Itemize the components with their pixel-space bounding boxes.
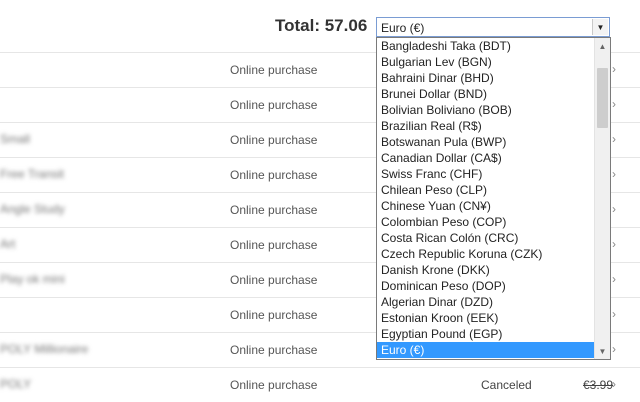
item-price: €3.99 bbox=[583, 378, 614, 392]
currency-select-value: Euro (€) bbox=[381, 21, 425, 35]
purchase-type: Online purchase bbox=[230, 343, 318, 357]
item-name: Angle Study bbox=[0, 202, 65, 216]
chevron-down-icon[interactable]: ▼ bbox=[592, 19, 608, 35]
chevron-right-icon[interactable]: › bbox=[612, 307, 616, 321]
purchase-type: Online purchase bbox=[230, 63, 318, 77]
purchase-type: Online purchase bbox=[230, 378, 318, 392]
order-total: Total: 57.06 bbox=[275, 16, 368, 35]
scroll-down-icon[interactable]: ▼ bbox=[595, 343, 610, 359]
chevron-right-icon[interactable]: › bbox=[612, 272, 616, 286]
order-status: Canceled bbox=[481, 378, 532, 392]
item-name: Art bbox=[0, 237, 16, 251]
item-name: Free Transit bbox=[0, 167, 65, 181]
chevron-right-icon[interactable]: › bbox=[612, 167, 616, 181]
currency-options: Bangladeshi Taka (BDT) Bulgarian Lev (BGN… bbox=[377, 38, 596, 358]
scroll-up-icon[interactable]: ▲ bbox=[595, 38, 610, 54]
chevron-right-icon[interactable]: › bbox=[612, 202, 616, 216]
currency-option[interactable]: Egyptian Pound (EGP) bbox=[377, 326, 596, 342]
purchase-type: Online purchase bbox=[230, 273, 318, 287]
item-name: POLY bbox=[0, 377, 32, 391]
chevron-right-icon[interactable]: › bbox=[612, 132, 616, 146]
chevron-right-icon[interactable]: › bbox=[612, 97, 616, 111]
currency-option[interactable]: Chinese Yuan (CN¥) bbox=[377, 198, 596, 214]
currency-option[interactable]: Bahraini Dinar (BHD) bbox=[377, 70, 596, 86]
purchase-type: Online purchase bbox=[230, 308, 318, 322]
item-name: Play ok mini bbox=[0, 272, 65, 286]
currency-option[interactable]: Bangladeshi Taka (BDT) bbox=[377, 38, 596, 54]
currency-option[interactable]: Costa Rican Colón (CRC) bbox=[377, 230, 596, 246]
purchase-type: Online purchase bbox=[230, 168, 318, 182]
purchase-type: Online purchase bbox=[230, 203, 318, 217]
currency-option[interactable]: Canadian Dollar (CA$) bbox=[377, 150, 596, 166]
currency-option[interactable]: Brunei Dollar (BND) bbox=[377, 86, 596, 102]
chevron-right-icon[interactable]: › bbox=[612, 237, 616, 251]
currency-select[interactable]: Euro (€) ▼ bbox=[376, 17, 610, 37]
currency-option[interactable]: Dominican Peso (DOP) bbox=[377, 278, 596, 294]
currency-option[interactable]: Brazilian Real (R$) bbox=[377, 118, 596, 134]
item-name: POLY Millionaire bbox=[0, 342, 89, 356]
chevron-right-icon[interactable]: › bbox=[612, 342, 616, 356]
chevron-right-icon[interactable]: › bbox=[612, 377, 616, 391]
dropdown-scrollbar[interactable]: ▲ ▼ bbox=[594, 38, 610, 359]
currency-option[interactable]: Bolivian Boliviano (BOB) bbox=[377, 102, 596, 118]
chevron-right-icon[interactable]: › bbox=[612, 62, 616, 76]
currency-option[interactable]: Botswanan Pula (BWP) bbox=[377, 134, 596, 150]
currency-option[interactable]: Algerian Dinar (DZD) bbox=[377, 294, 596, 310]
currency-option[interactable]: Danish Krone (DKK) bbox=[377, 262, 596, 278]
scrollbar-thumb[interactable] bbox=[597, 68, 608, 128]
purchase-type: Online purchase bbox=[230, 98, 318, 112]
currency-dropdown-list[interactable]: Bangladeshi Taka (BDT) Bulgarian Lev (BGN… bbox=[376, 37, 611, 360]
purchase-type: Online purchase bbox=[230, 238, 318, 252]
currency-option[interactable]: Colombian Peso (COP) bbox=[377, 214, 596, 230]
currency-option[interactable]: Swiss Franc (CHF) bbox=[377, 166, 596, 182]
currency-option[interactable]: Chilean Peso (CLP) bbox=[377, 182, 596, 198]
currency-option[interactable]: Bulgarian Lev (BGN) bbox=[377, 54, 596, 70]
table-row[interactable]: POLY Online purchase Canceled €3.99 › bbox=[0, 367, 640, 402]
currency-option[interactable]: Euro (€) bbox=[377, 342, 596, 358]
currency-option[interactable]: Czech Republic Koruna (CZK) bbox=[377, 246, 596, 262]
purchase-type: Online purchase bbox=[230, 133, 318, 147]
item-name: Small bbox=[0, 132, 31, 146]
currency-option[interactable]: Estonian Kroon (EEK) bbox=[377, 310, 596, 326]
